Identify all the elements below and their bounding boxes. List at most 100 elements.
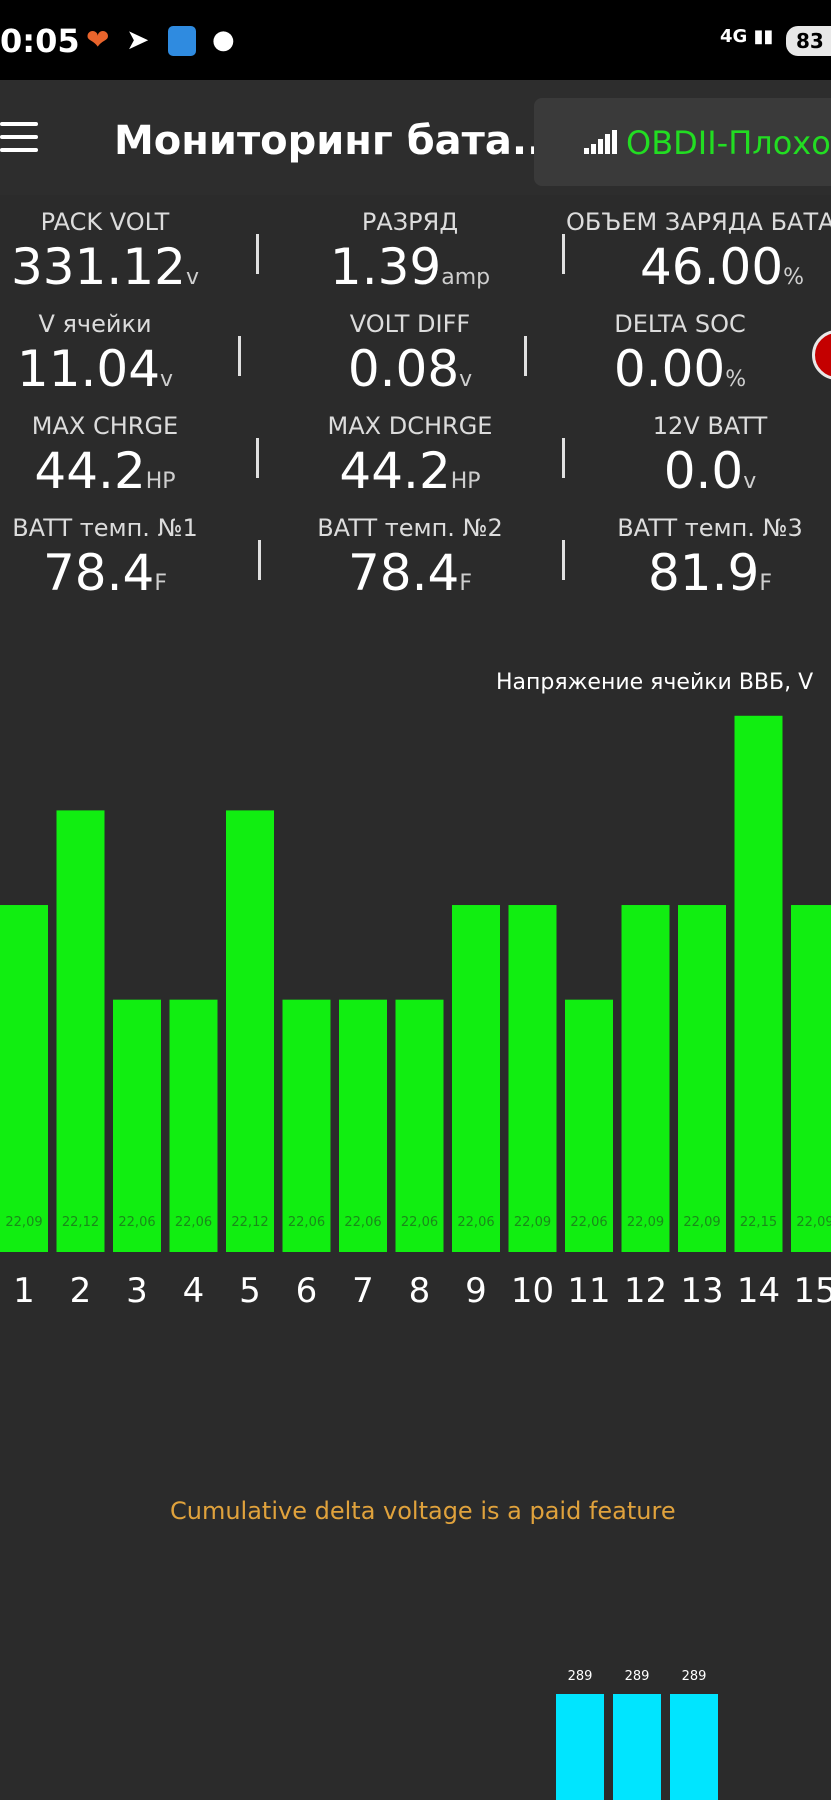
metric-value: 1.39amp <box>329 238 491 296</box>
metric-12v-battery: 12V BATT 0.0v <box>610 412 810 500</box>
telegram-icon: ➤ <box>126 23 150 56</box>
bottom-bar <box>556 1694 604 1800</box>
bar-cell-10 <box>508 905 557 1252</box>
bar-value-label: 22,06 <box>288 1215 325 1230</box>
metric-max-charge: MAX CHRGE 44.2HP <box>0 412 210 500</box>
x-tick-label: 9 <box>465 1271 487 1311</box>
bar-cell-5 <box>226 810 274 1252</box>
metric-value: 78.4F <box>348 544 472 602</box>
metric-label: BATT темп. №1 <box>12 514 198 542</box>
bar-value-label: 22,09 <box>627 1215 664 1230</box>
x-tick-label: 15 <box>793 1271 831 1311</box>
metric-max-discharge: MAX DCHRGE 44.2HP <box>310 412 510 500</box>
metric-label: 12V BATT <box>652 412 768 440</box>
metric-value: 81.9F <box>648 544 772 602</box>
metric-batt-temp-3: BATT темп. №3 81.9F <box>610 514 810 602</box>
bottom-bar <box>613 1694 661 1800</box>
bar-cell-2 <box>56 810 105 1252</box>
metric-delta-soc: DELTA SOC 0.00% <box>580 310 780 398</box>
heart-icon: ❤ <box>86 23 110 56</box>
bar-value-label: 22,06 <box>570 1215 607 1230</box>
metric-label: MAX CHRGE <box>31 412 179 440</box>
status-bar: 0:05 ❤ ➤ ● 4G ▮▮ 83 <box>0 0 831 80</box>
bar-cell-14 <box>734 715 783 1252</box>
bottom-bar-value-label: 289 <box>625 1669 650 1684</box>
x-tick-label: 3 <box>126 1271 148 1311</box>
metric-label: PACK VOLT <box>40 208 170 236</box>
bottom-bar-value-label: 289 <box>682 1669 707 1684</box>
bottom-bar <box>670 1694 718 1800</box>
cell-voltage-chart: 22,09 1 22,12 2 22,06 3 22,06 4 22,12 5 22,06 6 22,0… <box>0 715 831 1311</box>
connection-status-button[interactable]: OBDII-Плохо <box>534 98 831 186</box>
column-divider <box>562 540 565 580</box>
metric-value: 0.0v <box>663 442 757 500</box>
column-divider <box>256 438 259 478</box>
bar-cell-12 <box>621 905 670 1252</box>
metric-label: ОБЪЕМ ЗАРЯДА БАТАР <box>566 208 831 236</box>
metric-batt-temp-1: BATT темп. №1 78.4F <box>0 514 210 602</box>
bottom-bar-value-label: 289 <box>568 1669 593 1684</box>
column-divider <box>256 234 259 274</box>
x-tick-label: 6 <box>296 1271 318 1311</box>
bar-value-label: 22,06 <box>457 1215 494 1230</box>
metric-volt-diff: VOLT DIFF 0.08v <box>310 310 510 398</box>
metric-charge-volume: ОБЪЕМ ЗАРЯДА БАТАР 46.00% <box>566 208 831 296</box>
battery-icon: 83 <box>786 26 831 56</box>
connection-status-label: OBDII-Плохо <box>626 124 831 162</box>
metric-value: 0.00% <box>613 340 747 398</box>
metric-value: 331.12v <box>11 238 199 296</box>
x-tick-label: 14 <box>737 1271 780 1311</box>
metric-value: 78.4F <box>43 544 167 602</box>
metric-discharge: РАЗРЯД 1.39amp <box>310 208 510 296</box>
bar-value-label: 22,09 <box>683 1215 720 1230</box>
metric-value: 44.2HP <box>339 442 481 500</box>
dot-icon: ● <box>212 25 235 55</box>
bar-value-label: 22,06 <box>401 1215 438 1230</box>
metric-value: 11.04v <box>16 340 174 398</box>
x-tick-label: 13 <box>680 1271 723 1311</box>
column-divider <box>238 336 241 376</box>
metric-label: V ячейки <box>38 310 152 338</box>
metric-label: BATT темп. №2 <box>317 514 503 542</box>
x-tick-label: 12 <box>624 1271 667 1311</box>
metric-label: BATT темп. №3 <box>617 514 803 542</box>
bar-value-label: 22,15 <box>740 1215 777 1230</box>
bar-value-label: 22,06 <box>344 1215 381 1230</box>
x-tick-label: 11 <box>567 1271 610 1311</box>
column-divider <box>258 540 261 580</box>
paid-feature-notice: Cumulative delta voltage is a paid featu… <box>170 1497 676 1525</box>
bar-value-label: 22,09 <box>5 1215 42 1230</box>
bar-value-label: 22,09 <box>514 1215 551 1230</box>
bar-value-label: 22,12 <box>62 1215 99 1230</box>
status-indicator-icon[interactable] <box>812 330 831 380</box>
cumulative-delta-chart: 289 289 289 <box>556 1669 718 1800</box>
metric-cell-volt: V ячейки 11.04v <box>0 310 190 398</box>
metric-label: РАЗРЯД <box>361 208 459 236</box>
hamburger-menu-icon[interactable] <box>0 122 38 152</box>
column-divider <box>562 438 565 478</box>
column-divider <box>562 234 565 274</box>
status-time: 0:05 <box>0 22 80 60</box>
chart-title: Напряжение ячейки ВВБ, V <box>496 670 814 695</box>
network-type: 4G <box>720 26 748 47</box>
x-tick-label: 7 <box>352 1271 374 1311</box>
page-title: Мониторинг бата... <box>114 118 558 164</box>
metric-value: 44.2HP <box>34 442 176 500</box>
bar-cell-9 <box>452 905 500 1252</box>
app-icon <box>168 26 196 56</box>
bar-cell-13 <box>678 905 726 1252</box>
x-tick-label: 8 <box>409 1271 431 1311</box>
metric-label: DELTA SOC <box>614 310 746 338</box>
x-tick-label: 1 <box>13 1271 35 1311</box>
x-tick-label: 4 <box>183 1271 205 1311</box>
metric-value: 0.08v <box>347 340 473 398</box>
metric-batt-temp-2: BATT темп. №2 78.4F <box>310 514 510 602</box>
x-tick-label: 10 <box>511 1271 554 1311</box>
metric-label: MAX DCHRGE <box>327 412 493 440</box>
bar-value-label: 22,06 <box>175 1215 212 1230</box>
bar-value-label: 22,12 <box>231 1215 268 1230</box>
bar-cell-15 <box>791 905 831 1252</box>
bar-value-label: 22,06 <box>118 1215 155 1230</box>
signal-icon: 4G ▮▮ <box>720 26 774 47</box>
signal-strength-icon <box>584 130 617 154</box>
